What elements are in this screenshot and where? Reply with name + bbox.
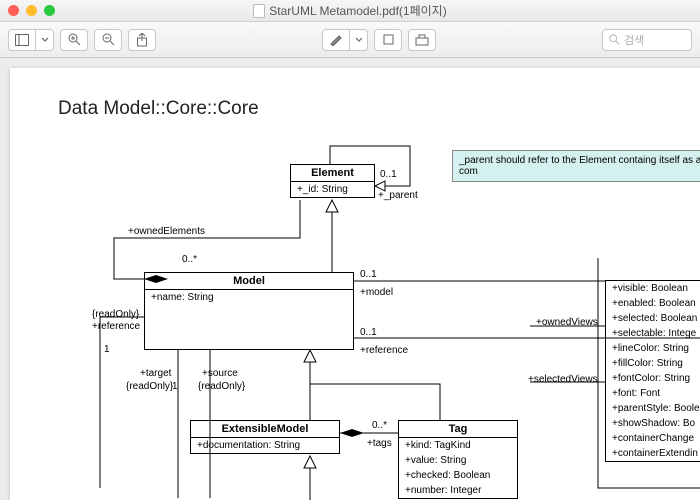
search-icon bbox=[609, 34, 620, 45]
class-extensiblemodel: ExtensibleModel +documentation: String bbox=[190, 420, 340, 454]
diagram-title: Data Model::Core::Core bbox=[58, 98, 259, 120]
page: Data Model::Core::Core _parent should re… bbox=[10, 68, 700, 500]
view-segment bbox=[8, 29, 54, 51]
window-title: StarUML Metamodel.pdf(1페이지) bbox=[0, 2, 700, 19]
class-model: Model +name: String bbox=[144, 272, 354, 350]
view-dropdown[interactable] bbox=[36, 29, 54, 51]
toolbox-button[interactable] bbox=[408, 29, 436, 51]
label: +_parent bbox=[378, 190, 418, 201]
rotate-button[interactable] bbox=[374, 29, 402, 51]
label: +target bbox=[140, 368, 171, 379]
toolbar: 검색 bbox=[0, 22, 700, 58]
document-area: Data Model::Core::Core _parent should re… bbox=[0, 58, 700, 500]
zoom-out-button[interactable] bbox=[94, 29, 122, 51]
search-input[interactable]: 검색 bbox=[602, 29, 692, 51]
label: +source bbox=[202, 368, 238, 379]
class-view: +visible: Boolean +enabled: Boolean +sel… bbox=[605, 280, 700, 462]
class-attr: +name: String bbox=[145, 290, 353, 305]
class-attr: +number: Integer bbox=[399, 483, 517, 498]
class-attr: +kind: TagKind bbox=[399, 438, 517, 453]
label: +ownedElements bbox=[128, 226, 205, 237]
label: 1 bbox=[104, 344, 110, 355]
label: +reference bbox=[92, 321, 140, 332]
markup-button[interactable] bbox=[322, 29, 350, 51]
markup-dropdown[interactable] bbox=[350, 29, 368, 51]
class-attr: +value: String bbox=[399, 453, 517, 468]
label: 0..* bbox=[372, 420, 387, 431]
label: 0..1 bbox=[360, 327, 377, 338]
search-placeholder: 검색 bbox=[624, 32, 644, 48]
label: {readOnly} bbox=[198, 381, 245, 392]
annotate-segment bbox=[322, 29, 368, 51]
label: {readOnly} bbox=[126, 381, 173, 392]
label: +model bbox=[360, 287, 393, 298]
class-attr: +documentation: String bbox=[191, 438, 339, 453]
class-name: Element bbox=[291, 165, 374, 182]
pdf-icon bbox=[253, 4, 265, 18]
share-button[interactable] bbox=[128, 29, 156, 51]
class-name: Tag bbox=[399, 421, 517, 438]
label: +selectedViews bbox=[528, 374, 598, 385]
class-tag: Tag +kind: TagKind +value: String +check… bbox=[398, 420, 518, 499]
label: 0..1 bbox=[360, 269, 377, 280]
title-text: StarUML Metamodel.pdf(1페이지) bbox=[269, 2, 446, 19]
titlebar: StarUML Metamodel.pdf(1페이지) bbox=[0, 0, 700, 22]
label: 0..1 bbox=[380, 169, 397, 180]
label: +reference bbox=[360, 345, 408, 356]
note: _parent should refer to the Element cont… bbox=[452, 150, 700, 182]
class-element: Element +_id: String bbox=[290, 164, 375, 198]
sidebar-button[interactable] bbox=[8, 29, 36, 51]
class-attr: +checked: Boolean bbox=[399, 468, 517, 483]
label: +tags bbox=[367, 438, 392, 449]
class-name: Model bbox=[145, 273, 353, 290]
label: {readOnly} bbox=[92, 309, 139, 320]
label: 1 bbox=[172, 381, 178, 392]
class-attr: +_id: String bbox=[291, 182, 374, 197]
class-name: ExtensibleModel bbox=[191, 421, 339, 438]
label: 0..* bbox=[182, 254, 197, 265]
zoom-in-button[interactable] bbox=[60, 29, 88, 51]
label: +ownedViews bbox=[536, 317, 598, 328]
diagram-lines bbox=[10, 68, 700, 500]
